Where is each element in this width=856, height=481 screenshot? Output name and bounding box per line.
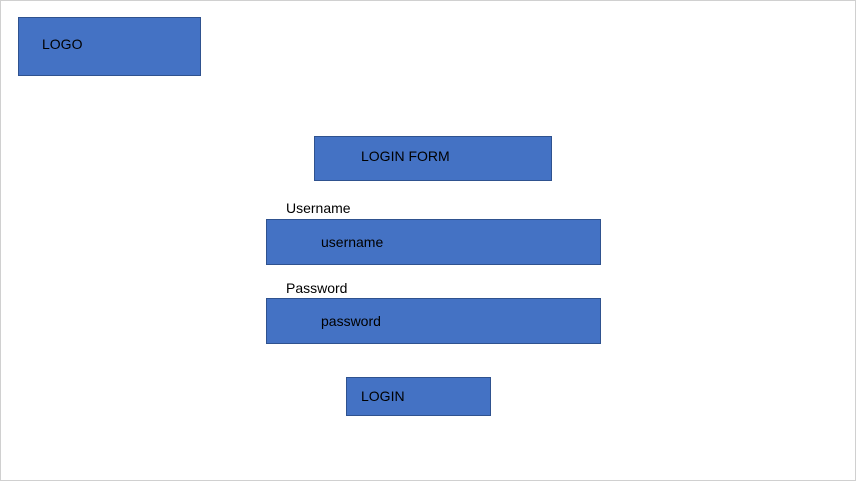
login-button-label: LOGIN	[361, 388, 405, 404]
login-form-title: LOGIN FORM	[314, 136, 552, 181]
username-input-value: username	[321, 234, 384, 250]
logo: LOGO	[18, 17, 201, 76]
login-form-title-text: LOGIN FORM	[361, 148, 450, 164]
username-input[interactable]: username	[266, 219, 601, 265]
wireframe-canvas: LOGO LOGIN FORM Username username Passwo…	[0, 0, 856, 481]
password-label: Password	[286, 280, 348, 296]
username-label: Username	[286, 200, 351, 216]
login-button[interactable]: LOGIN	[346, 377, 491, 416]
logo-label: LOGO	[42, 36, 83, 52]
password-input[interactable]: password	[266, 298, 601, 344]
password-input-value: password	[321, 313, 381, 329]
